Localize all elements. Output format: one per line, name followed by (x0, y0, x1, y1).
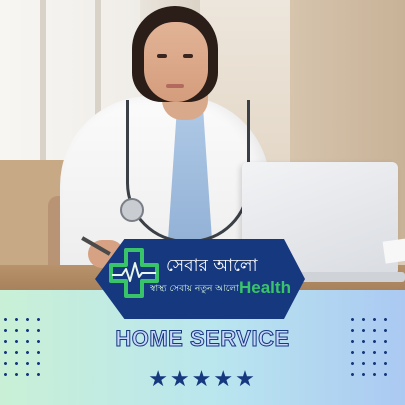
promo-canvas: সেবার আলো স্বাস্থ্য সেবায় নতুন আলো Heal… (0, 0, 405, 405)
brand-title: সেবার আলো (166, 256, 258, 276)
doctor-face (144, 22, 208, 102)
doctor-eye (183, 54, 193, 58)
stethoscope (126, 100, 250, 243)
paper (382, 238, 405, 264)
brand-tagline: স্বাস্থ্য সেবায় নতুন আলো (150, 284, 239, 294)
brand-health-wordmark: Health (239, 278, 291, 297)
star-rating: ★★★★★ (148, 367, 257, 392)
doctor-lips (166, 84, 184, 88)
window-frame (40, 0, 46, 160)
doctor-eye (157, 54, 167, 58)
service-label: HOME SERVICE (115, 326, 290, 352)
stethoscope-chestpiece (120, 198, 144, 222)
